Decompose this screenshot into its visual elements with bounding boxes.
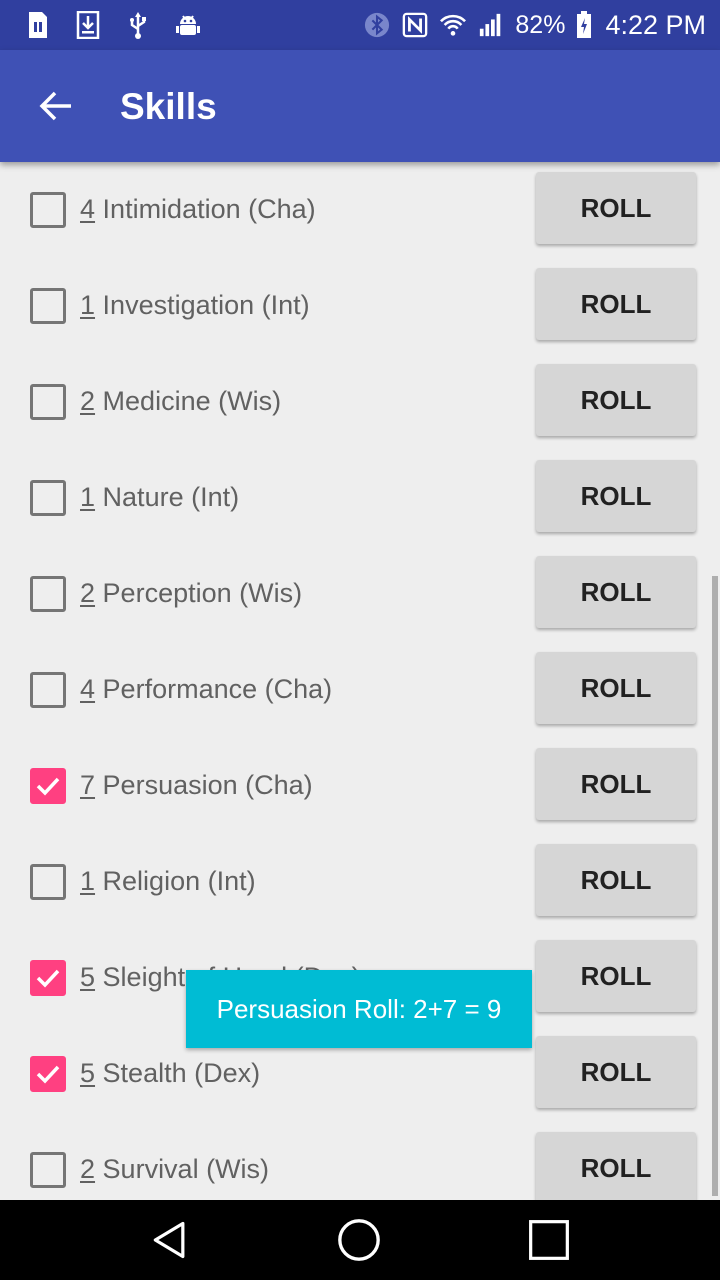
roll-button[interactable]: ROLL: [536, 652, 696, 724]
arrow-back-icon: [39, 91, 71, 121]
battery-percent: 82%: [515, 10, 566, 39]
status-bar: 82% 4:22 PM: [0, 0, 720, 50]
check-icon: [36, 1065, 60, 1084]
skill-label: 1 Investigation (Int): [80, 290, 310, 321]
skill-name: Investigation (Int): [102, 290, 310, 320]
proficiency-checkbox[interactable]: [30, 672, 66, 708]
skill-label: 2 Perception (Wis): [80, 578, 302, 609]
proficiency-checkbox[interactable]: [30, 1152, 66, 1188]
skill-value[interactable]: 2: [80, 1154, 95, 1184]
skill-label: 7 Persuasion (Cha): [80, 770, 313, 801]
bluetooth-icon: [363, 10, 391, 40]
skill-row: 7 Persuasion (Cha) ROLL: [0, 738, 720, 834]
home-circle-icon: [338, 1219, 380, 1261]
roll-button[interactable]: ROLL: [536, 556, 696, 628]
skill-name: Stealth (Dex): [102, 1058, 261, 1088]
skill-value[interactable]: 1: [80, 482, 95, 512]
proficiency-checkbox[interactable]: [30, 864, 66, 900]
roll-result-toast: Persuasion Roll: 2+7 = 9: [186, 970, 532, 1048]
skill-value[interactable]: 7: [80, 770, 95, 800]
recents-square-icon: [529, 1220, 569, 1260]
skill-label: 2 Medicine (Wis): [80, 386, 281, 417]
back-button[interactable]: [26, 78, 86, 134]
skill-row: 2 Perception (Wis) ROLL: [0, 546, 720, 642]
status-bar-notifications: [24, 8, 202, 42]
skill-value[interactable]: 4: [80, 674, 95, 704]
skill-value[interactable]: 5: [80, 1058, 95, 1088]
skill-label: 4 Performance (Cha): [80, 674, 332, 705]
skill-value[interactable]: 1: [80, 866, 95, 896]
proficiency-checkbox[interactable]: [30, 384, 66, 420]
roll-button[interactable]: ROLL: [536, 460, 696, 532]
roll-button[interactable]: ROLL: [536, 268, 696, 340]
skill-row: 4 Performance (Cha) ROLL: [0, 642, 720, 738]
skill-row: 1 Nature (Int) ROLL: [0, 450, 720, 546]
skill-name: Survival (Wis): [102, 1154, 270, 1184]
usb-icon: [124, 10, 152, 40]
skill-value[interactable]: 5: [80, 962, 95, 992]
skill-label: 5 Stealth (Dex): [80, 1058, 260, 1089]
skill-row: 2 Medicine (Wis) ROLL: [0, 354, 720, 450]
roll-button[interactable]: ROLL: [536, 1132, 696, 1200]
roll-button[interactable]: ROLL: [536, 748, 696, 820]
status-time: 4:22 PM: [605, 9, 706, 40]
skill-value[interactable]: 4: [80, 194, 95, 224]
skill-value[interactable]: 2: [80, 578, 95, 608]
proficiency-checkbox[interactable]: [30, 768, 66, 804]
skill-label: 4 Intimidation (Cha): [80, 194, 316, 225]
skill-name: Medicine (Wis): [102, 386, 282, 416]
nav-recents-button[interactable]: [525, 1216, 573, 1264]
scrollbar[interactable]: [712, 576, 718, 1196]
skill-label: 2 Survival (Wis): [80, 1154, 269, 1185]
nav-home-button[interactable]: [335, 1216, 383, 1264]
nav-back-button[interactable]: [146, 1216, 194, 1264]
roll-button[interactable]: ROLL: [536, 844, 696, 916]
skill-label: 1 Religion (Int): [80, 866, 256, 897]
skill-label: 1 Nature (Int): [80, 482, 239, 513]
android-debug-icon: [174, 10, 202, 40]
proficiency-checkbox[interactable]: [30, 288, 66, 324]
roll-button[interactable]: ROLL: [536, 364, 696, 436]
check-icon: [36, 777, 60, 796]
proficiency-checkbox[interactable]: [30, 1056, 66, 1092]
proficiency-checkbox[interactable]: [30, 960, 66, 996]
skill-name: Perception (Wis): [102, 578, 303, 608]
wifi-icon: [439, 10, 467, 40]
signal-icon: [477, 10, 505, 40]
navigation-bar: [0, 1200, 720, 1280]
proficiency-checkbox[interactable]: [30, 192, 66, 228]
skill-name: Performance (Cha): [102, 674, 333, 704]
nfc-icon: [401, 10, 429, 40]
skill-value[interactable]: 1: [80, 290, 95, 320]
roll-button[interactable]: ROLL: [536, 1036, 696, 1108]
skill-row: 4 Intimidation (Cha) ROLL: [0, 162, 720, 258]
back-triangle-icon: [153, 1221, 185, 1259]
sim-card-icon: [24, 10, 52, 40]
app-bar: Skills: [0, 50, 720, 162]
battery-icon: [575, 10, 593, 40]
proficiency-checkbox[interactable]: [30, 480, 66, 516]
skill-name: Persuasion (Cha): [102, 770, 313, 800]
check-icon: [36, 969, 60, 988]
skill-row: 2 Survival (Wis) ROLL: [0, 1122, 720, 1200]
skill-name: Religion (Int): [102, 866, 256, 896]
proficiency-checkbox[interactable]: [30, 576, 66, 612]
skill-name: Intimidation (Cha): [102, 194, 316, 224]
roll-button[interactable]: ROLL: [536, 172, 696, 244]
skill-row: 1 Religion (Int) ROLL: [0, 834, 720, 930]
skill-row: 1 Investigation (Int) ROLL: [0, 258, 720, 354]
skill-value[interactable]: 2: [80, 386, 95, 416]
status-bar-system: 82% 4:22 PM: [363, 8, 706, 42]
skill-name: Nature (Int): [102, 482, 240, 512]
download-icon: [74, 10, 102, 40]
page-title: Skills: [120, 86, 217, 127]
roll-button[interactable]: ROLL: [536, 940, 696, 1012]
